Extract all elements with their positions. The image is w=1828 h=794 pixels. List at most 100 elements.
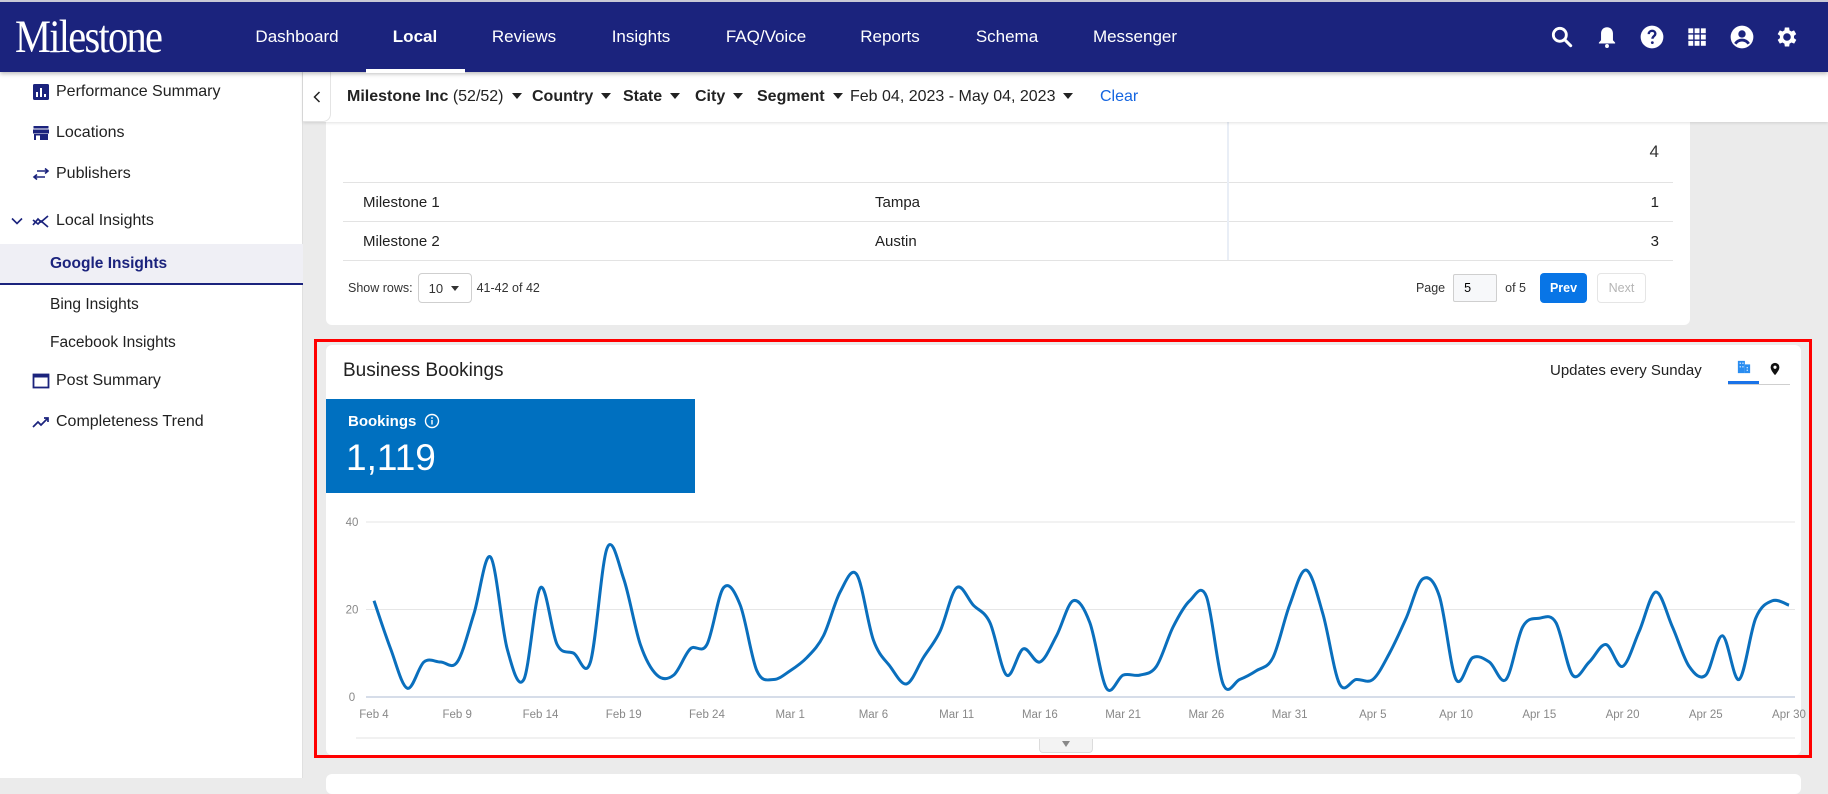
data-point	[1071, 599, 1075, 603]
table-row: Milestone 2 Austin 3	[343, 222, 1673, 261]
collapse-sidebar-button[interactable]	[303, 72, 331, 122]
state-label: State	[623, 88, 663, 105]
bell-icon[interactable]	[1594, 24, 1620, 50]
x-tick-label: Feb 9	[443, 709, 472, 721]
page-number-input[interactable]	[1453, 274, 1498, 302]
sidebar-item-publishers[interactable]: Publishers	[0, 155, 303, 193]
data-point	[805, 656, 809, 660]
y-tick-label: 40	[346, 517, 359, 529]
search-icon[interactable]	[1549, 24, 1575, 50]
sidebar-item-facebook-insights[interactable]: Facebook Insights	[0, 324, 303, 362]
x-tick-label: Feb 24	[689, 709, 725, 721]
show-rows-label: Show rows:	[348, 281, 413, 295]
data-point	[1138, 673, 1142, 677]
data-point	[605, 546, 609, 550]
apps-grid-icon[interactable]	[1684, 24, 1710, 50]
caret-down-icon	[451, 285, 460, 291]
sidebar-item-locations[interactable]: Locations	[0, 114, 303, 152]
account-name: Milestone Inc	[347, 88, 449, 105]
nav-dashboard[interactable]: Dashboard	[255, 2, 338, 72]
nav-insights[interactable]: Insights	[612, 2, 671, 72]
chevron-down-icon[interactable]	[10, 214, 24, 228]
data-point	[405, 686, 409, 690]
data-point	[1088, 621, 1092, 625]
milestone-logo[interactable]: Milestone	[15, 10, 163, 64]
data-point	[855, 573, 859, 577]
pagination: Page of 5 Prev Next	[1416, 273, 1646, 303]
sidebar-item-google-insights[interactable]: Google Insights	[0, 244, 303, 285]
sidebar-item-performance-summary[interactable]: Performance Summary	[0, 73, 303, 111]
data-point	[439, 660, 443, 664]
nav-faq-voice[interactable]: FAQ/Voice	[726, 2, 806, 72]
data-point	[1421, 577, 1425, 581]
segment-filter[interactable]: Segment	[757, 72, 843, 122]
x-tick-label: Mar 11	[939, 709, 974, 721]
data-point	[1055, 634, 1059, 638]
data-point	[1171, 625, 1175, 629]
account-icon[interactable]	[1729, 24, 1755, 50]
data-point	[1437, 594, 1441, 598]
data-point	[1254, 669, 1258, 673]
country-filter[interactable]: Country	[532, 72, 612, 122]
sidebar-item-completeness-trend[interactable]: Completeness Trend	[0, 403, 303, 441]
caret-down-icon	[511, 93, 522, 99]
nav-local[interactable]: Local	[393, 2, 437, 72]
location-name: Milestone 2	[363, 232, 440, 250]
caret-down-icon	[832, 93, 843, 99]
data-point	[1404, 616, 1408, 620]
sidebar-item-post-summary[interactable]: Post Summary	[0, 362, 303, 400]
data-point	[1038, 660, 1042, 664]
next-page-button[interactable]: Next	[1597, 273, 1646, 303]
state-filter[interactable]: State	[623, 72, 681, 122]
nav-schema[interactable]: Schema	[976, 2, 1038, 72]
data-point	[1221, 682, 1225, 686]
bar-chart-icon	[32, 83, 50, 101]
sidebar-item-bing-insights[interactable]: Bing Insights	[0, 286, 303, 324]
bookings-series-line	[372, 543, 1790, 692]
data-point	[1637, 629, 1641, 633]
data-point	[489, 555, 493, 559]
date-range-filter[interactable]: Feb 04, 2023 - May 04, 2023	[850, 72, 1074, 122]
nav-messenger[interactable]: Messenger	[1093, 2, 1177, 72]
page-label: Page	[1415, 281, 1446, 295]
settings-gear-icon[interactable]	[1774, 24, 1800, 50]
data-point	[1371, 678, 1375, 682]
chevron-left-icon	[312, 90, 320, 103]
segment-label: Segment	[757, 88, 825, 105]
data-point	[938, 629, 942, 633]
location-name: Milestone 1	[363, 193, 440, 211]
data-point	[1204, 594, 1208, 598]
data-point	[472, 612, 476, 616]
rows-per-page-select[interactable]: 10	[417, 273, 472, 303]
window-icon	[32, 372, 50, 390]
data-point	[389, 647, 393, 651]
data-point	[955, 586, 959, 590]
sidebar-item-label: Facebook Insights	[50, 334, 176, 351]
data-point	[722, 586, 726, 590]
caret-down-icon	[670, 93, 681, 99]
data-point	[588, 660, 592, 664]
top-nav-bar: Milestone Dashboard Local Reviews Insigh…	[0, 0, 1828, 73]
location-city: Tampa	[875, 193, 921, 211]
data-point	[505, 647, 509, 651]
data-point	[1571, 673, 1575, 677]
city-filter[interactable]: City	[695, 72, 744, 122]
data-point	[705, 643, 709, 647]
sidebar-item-label: Completeness Trend	[56, 413, 204, 430]
locations-table-card: 4 Milestone 1 Tampa 1 Milestone 2 Austin…	[326, 100, 1690, 325]
next-section-card	[326, 774, 1801, 794]
data-point	[1487, 660, 1491, 664]
help-icon[interactable]	[1639, 24, 1665, 50]
account-filter[interactable]: Milestone Inc (52/52)	[347, 72, 522, 122]
prev-page-button[interactable]: Prev	[1540, 273, 1587, 303]
nav-reports[interactable]: Reports	[860, 2, 920, 72]
sidebar-item-local-insights[interactable]: Local Insights	[0, 202, 303, 240]
sidebar-item-label: Google Insights	[50, 254, 168, 272]
data-point	[1321, 612, 1325, 616]
data-point	[1454, 678, 1458, 682]
expand-chart-toggle[interactable]	[1039, 739, 1093, 753]
data-point	[838, 590, 842, 594]
data-point	[1104, 686, 1108, 690]
nav-reviews[interactable]: Reviews	[492, 2, 556, 72]
clear-filters-link[interactable]: Clear	[1100, 72, 1138, 122]
